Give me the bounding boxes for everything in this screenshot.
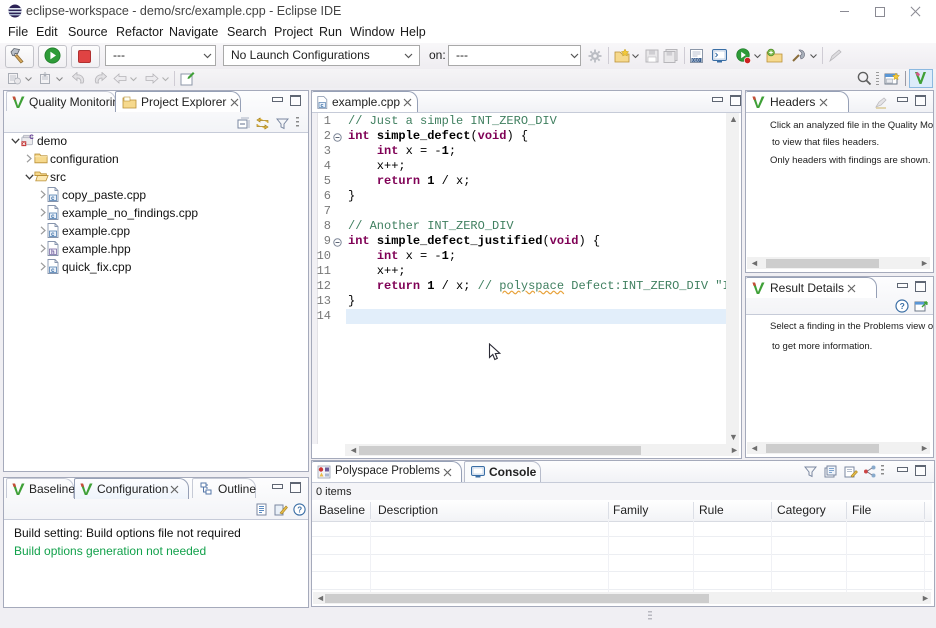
svg-text:c: c — [51, 195, 55, 202]
svg-text:c: c — [51, 231, 55, 238]
svg-text:?: ? — [900, 301, 905, 311]
svg-text:h: h — [51, 249, 55, 256]
svg-text:c: c — [51, 213, 55, 220]
svg-text:c: c — [51, 267, 55, 274]
svg-text:010: 010 — [692, 57, 700, 62]
svg-text:c: c — [320, 102, 323, 109]
svg-text:?: ? — [297, 506, 302, 515]
svg-text:C: C — [29, 134, 34, 141]
